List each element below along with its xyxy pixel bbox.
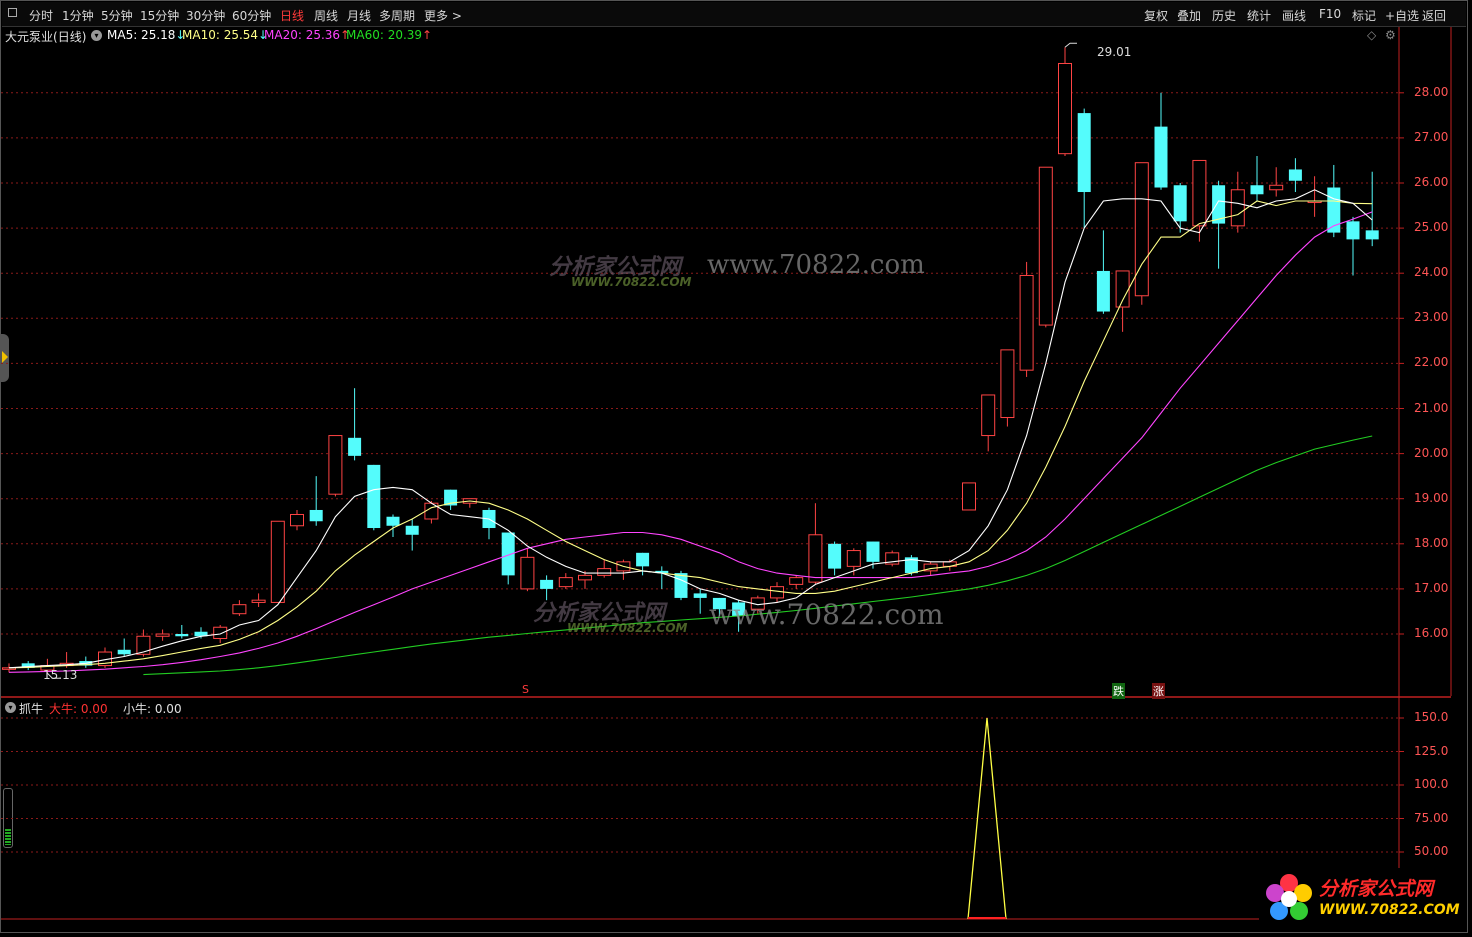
indicator-tick-label: 50.00	[1414, 844, 1449, 858]
watermark-url-1: www.70822.com	[707, 250, 925, 280]
indicator-tick-label: 75.00	[1414, 810, 1449, 825]
price-tick-label: 24.00	[1414, 265, 1449, 280]
candle-down	[693, 593, 707, 598]
high-pointer	[1064, 42, 1077, 48]
low-price-label: 15.13	[43, 668, 78, 682]
candle-down	[1154, 126, 1168, 188]
flower-logo-icon	[1266, 874, 1312, 920]
candle-down	[1288, 169, 1302, 181]
candle-up	[251, 599, 266, 603]
indicator-tick-label: 125.0	[1414, 743, 1449, 758]
candle-down	[348, 437, 362, 456]
candle-down	[386, 516, 400, 526]
candle-down	[866, 541, 880, 562]
price-tick-label: 17.00	[1414, 580, 1449, 595]
price-tick-label: 18.00	[1414, 535, 1449, 550]
candle-down	[1077, 113, 1091, 193]
price-tick-label: 19.00	[1414, 490, 1449, 505]
candle-down	[405, 525, 419, 535]
price-tick-label: 23.00	[1414, 310, 1449, 325]
candle-down	[309, 509, 323, 522]
sell-marker: S	[522, 683, 529, 696]
candle-up	[789, 577, 804, 585]
indicator-tick-label: 100.0	[1414, 777, 1449, 791]
candle-down	[1096, 270, 1110, 312]
candle-down	[828, 543, 842, 569]
candle-up	[1269, 184, 1284, 191]
candle-up	[1000, 349, 1015, 419]
candle-up	[962, 482, 976, 511]
candle-up	[1230, 189, 1245, 227]
high-price-label: 29.01	[1097, 45, 1132, 59]
price-tick-label: 21.00	[1414, 400, 1449, 415]
candle-up	[520, 556, 535, 590]
candle-down	[1173, 185, 1187, 222]
ma5-line	[8, 189, 1373, 669]
candle-down	[1365, 230, 1379, 240]
watermark-sub-2: WWW.70822.COM	[567, 621, 688, 635]
price-tick-label: 16.00	[1414, 626, 1449, 640]
candle-down	[1250, 185, 1264, 195]
price-tick-label: 27.00	[1414, 129, 1449, 144]
candle-up	[1115, 270, 1130, 308]
candle-up	[1134, 162, 1149, 297]
app-frame: 分时 1分钟 5分钟 15分钟 30分钟 60分钟 日线 周线 月线 多周期 更…	[0, 0, 1468, 933]
zhang-marker: 涨	[1152, 683, 1165, 699]
logo-cn-text: 分析家公式网	[1319, 878, 1434, 900]
kline-chart[interactable]	[1, 1, 1469, 934]
candle-up	[155, 633, 170, 637]
ma10-line	[8, 200, 1373, 669]
candle-up	[270, 520, 285, 603]
watermark-sub-1: WWW.70822.COM	[571, 275, 692, 289]
candle-up	[808, 534, 823, 583]
candle-up	[578, 574, 592, 581]
candle-down	[367, 464, 381, 529]
logo-url-text: WWW.70822.COM	[1319, 902, 1460, 918]
candle-down	[175, 634, 189, 637]
candle-up	[981, 394, 996, 437]
watermark-url-2: www.70822.com	[709, 598, 944, 631]
candle-up	[213, 626, 228, 640]
candle-up	[1058, 62, 1072, 155]
candle-down	[117, 649, 131, 655]
indicator-name: 抓牛	[19, 702, 44, 716]
indicator-dropdown-icon[interactable]: ▾	[5, 702, 16, 713]
price-tick-label: 22.00	[1414, 355, 1449, 370]
candle-up	[328, 435, 343, 495]
candle-up	[1192, 159, 1207, 227]
price-tick-label: 25.00	[1414, 220, 1449, 235]
candle-down	[540, 579, 554, 589]
brand-logo: 分析家公式网 WWW.70822.COM	[1259, 868, 1465, 930]
price-tick-label: 26.00	[1414, 175, 1449, 189]
candle-down	[636, 552, 650, 567]
candle-up	[1019, 274, 1034, 371]
candle-up	[1038, 166, 1053, 326]
price-tick-label: 20.00	[1414, 445, 1449, 460]
ma60-line	[143, 435, 1373, 676]
candle-down	[1346, 221, 1360, 240]
indicator-small-value: 小牛: 0.00	[123, 702, 182, 716]
candle-up	[597, 568, 612, 576]
candle-up	[846, 550, 861, 567]
candle-up	[290, 513, 304, 527]
candle-up	[558, 577, 573, 588]
price-tick-label: 28.00	[1414, 84, 1449, 99]
candle-down	[674, 573, 688, 598]
indicator-big-value: 大牛: 0.00	[49, 702, 108, 716]
candle-up	[770, 586, 784, 599]
candle-up	[232, 604, 247, 615]
indicator-tick-label: 150.0	[1414, 710, 1449, 724]
die-marker: 跌	[1112, 683, 1125, 699]
